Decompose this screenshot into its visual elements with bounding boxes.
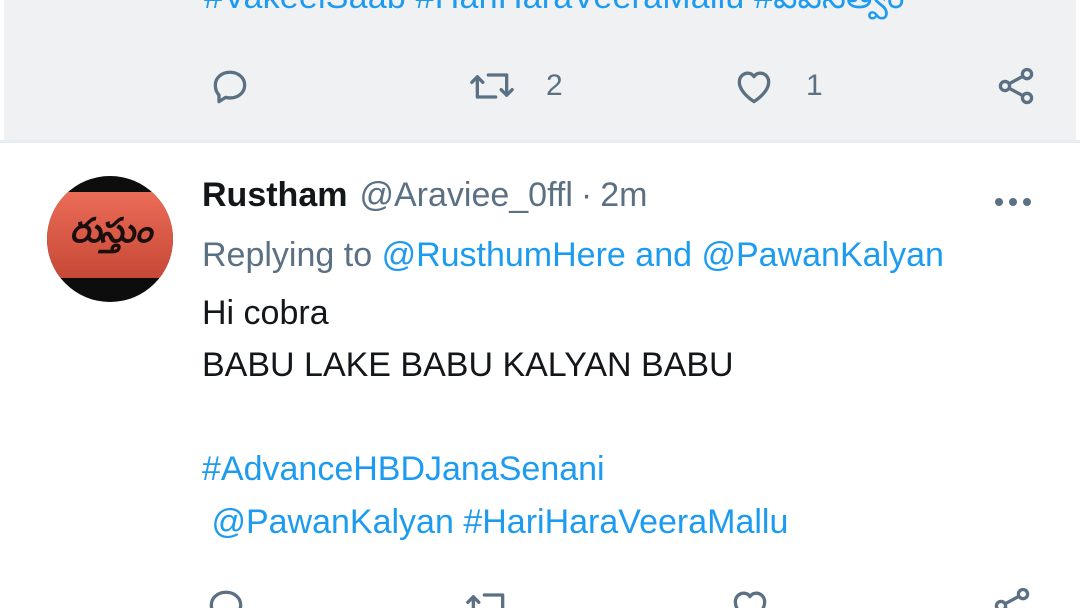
share-icon <box>998 67 1034 105</box>
tweet-divider <box>0 140 1080 143</box>
share-button[interactable] <box>994 64 1038 108</box>
reply-icon <box>213 70 247 104</box>
timestamp[interactable]: 2m <box>600 176 647 215</box>
retweet-icon <box>466 593 505 608</box>
replying-to: Replying to @RusthumHere and @PawanKalya… <box>202 236 944 275</box>
share-icon <box>994 587 1030 608</box>
hashtag-link[interactable]: #AdvanceHBDJanaSenani <box>202 450 605 489</box>
tweet-text-line-1: Hi cobra <box>202 294 329 332</box>
replying-prefix: Replying to <box>202 236 373 274</box>
share-button-2[interactable] <box>990 584 1034 608</box>
heart-icon <box>733 591 767 608</box>
avatar-logo: రుస్తుం <box>69 211 153 251</box>
more-options-icon[interactable] <box>994 196 1032 208</box>
tweet-header: Rustham @Araviee_0ffl · 2m <box>202 176 647 226</box>
retweet-button-2[interactable] <box>464 584 512 608</box>
display-name[interactable]: Rustham <box>202 176 347 215</box>
reply-icon <box>209 590 243 608</box>
replying-user-link-2[interactable]: @PawanKalyan <box>701 236 943 274</box>
retweet-icon <box>470 73 514 99</box>
separator-dot: · <box>580 176 593 214</box>
reply-button-2[interactable] <box>204 584 248 608</box>
previous-tweet[interactable]: #VakeelSaab #HariHaraVeeraMallu #పవనత్వం… <box>4 0 1076 140</box>
user-handle[interactable]: @Araviee_0ffl <box>359 176 572 215</box>
twitter-thread-screen: #VakeelSaab #HariHaraVeeraMallu #పవనత్వం… <box>0 0 1080 608</box>
retweet-count: 2 <box>546 69 563 102</box>
like-button[interactable]: 1 <box>732 64 823 108</box>
replying-user-link-1[interactable]: @RusthumHere <box>382 236 626 274</box>
previous-tweet-hashtags[interactable]: #VakeelSaab #HariHaraVeeraMallu #పవనత్వం <box>204 0 905 25</box>
heart-icon <box>737 71 771 104</box>
avatar[interactable]: రుస్తుం <box>47 176 173 302</box>
retweet-button[interactable]: 2 <box>468 64 563 108</box>
tweet-text-line-2: BABU LAKE BABU KALYAN BABU <box>202 346 734 384</box>
mention-hashtag-line[interactable]: @PawanKalyan #HariHaraVeeraMallu <box>202 503 788 542</box>
replying-and: and <box>635 236 693 274</box>
reply-button[interactable] <box>208 64 252 108</box>
like-button-2[interactable] <box>728 584 772 608</box>
like-count: 1 <box>806 69 823 102</box>
